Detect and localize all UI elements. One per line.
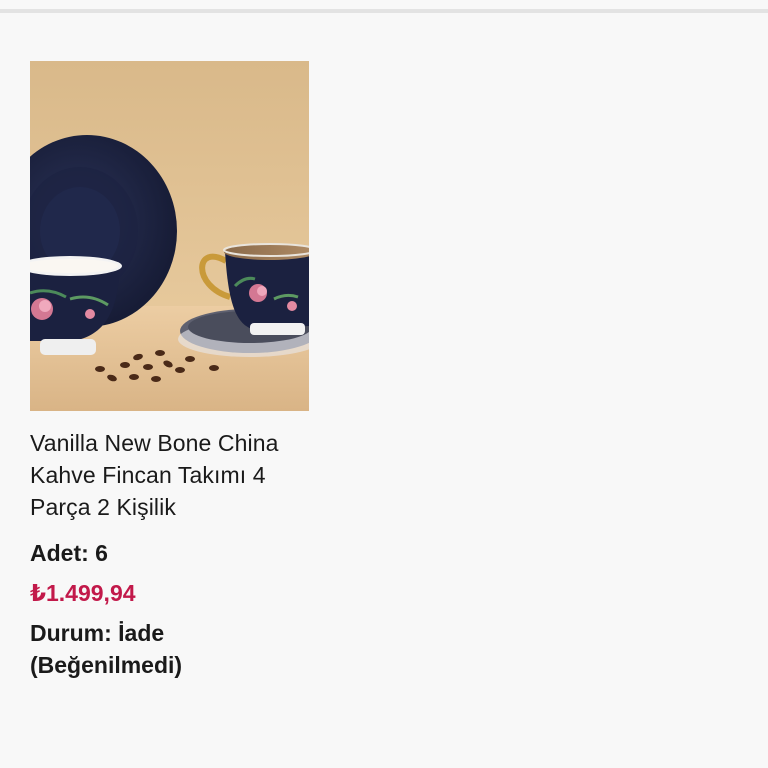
product-title[interactable]: Vanilla New Bone China Kahve Fincan Takı…	[30, 427, 310, 523]
status-label: Durum: İade (Beğenilmedi)	[30, 620, 183, 678]
product-image[interactable]	[30, 61, 309, 411]
order-item-card[interactable]: Vanilla New Bone China Kahve Fincan Takı…	[30, 61, 310, 681]
top-divider	[0, 9, 768, 13]
quantity-label: Adet: 6	[30, 540, 108, 566]
price-label: ₺1.499,94	[30, 580, 136, 606]
